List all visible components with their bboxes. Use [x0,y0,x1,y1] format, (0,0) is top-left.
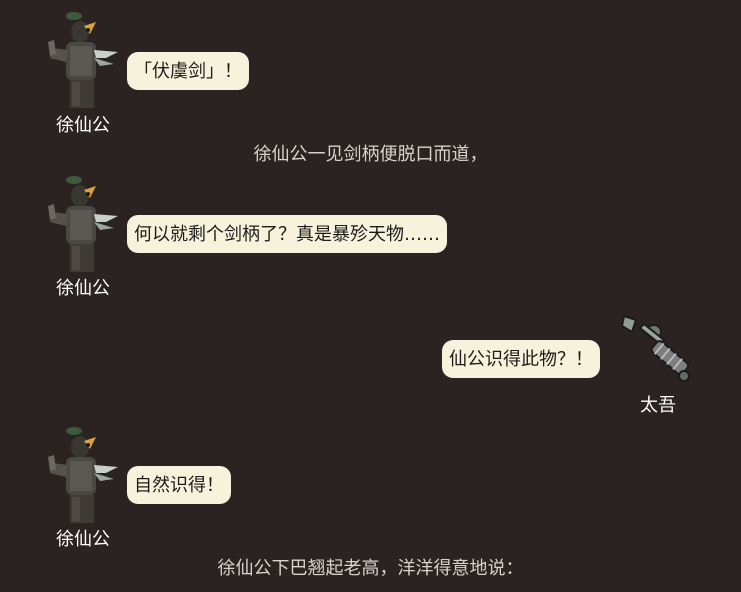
speaker-name: 徐仙公 [56,278,110,299]
speech-bubble: 自然识得！ [127,466,231,504]
narration-text: 徐仙公一见剑柄便脱口而道， [253,144,488,165]
speech-bubble: 「伏虞剑」！ [127,52,249,90]
sword-hilt-avatar-icon [618,310,696,388]
armored-sage-avatar-icon [44,174,122,278]
narration-text: 徐仙公下巴翘起老高，洋洋得意地说： [217,558,524,579]
speaker-name: 徐仙公 [56,115,110,136]
chat-log: 徐仙公 「伏虞剑」！ 徐仙公一见剑柄便脱口而道， 徐仙公 何以就剩个剑柄了？真是… [0,0,741,592]
armored-sage-avatar-icon [44,425,122,529]
speech-bubble: 仙公识得此物？！ [442,340,600,378]
speech-bubble: 何以就剩个剑柄了？真是暴殄天物…… [127,215,447,253]
speaker-name: 太吾 [640,395,676,416]
speaker-name: 徐仙公 [56,529,110,550]
armored-sage-avatar-icon [44,10,122,114]
